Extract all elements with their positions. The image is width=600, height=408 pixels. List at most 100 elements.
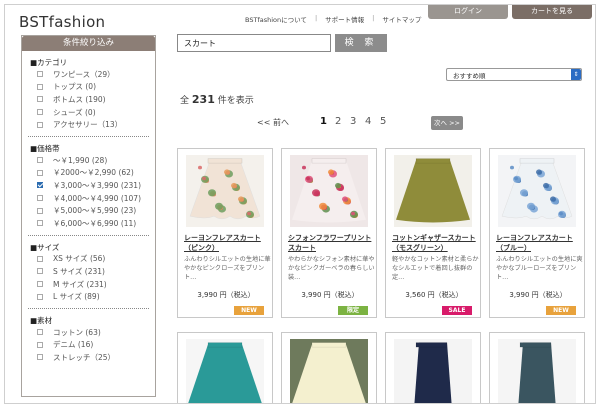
product-card[interactable] xyxy=(489,332,585,403)
filter-group: ■価格帯 ～￥1,990 (28) ￥2000～￥2,990 (62) ￥3,000～… xyxy=(22,143,155,230)
product-description: 軽やかなコットン素材と柔らかなシルエットで着回し抜群の定… xyxy=(392,256,479,281)
filter-option[interactable]: ボトムス (190) xyxy=(30,93,155,106)
product-title[interactable]: レーヨンフレアスカート（ブルー） xyxy=(496,233,584,253)
filter-group-title: ■素材 xyxy=(30,315,53,325)
product-badge: NEW xyxy=(234,306,264,315)
filter-option[interactable]: シューズ (0) xyxy=(30,106,155,119)
filter-option[interactable]: デニム (16) xyxy=(30,339,155,352)
product-image[interactable] xyxy=(290,339,368,403)
filter-option-label: コットン (63) xyxy=(53,327,101,337)
product-image[interactable] xyxy=(290,155,368,227)
sort-select[interactable]: おすすめ順 ⇕ xyxy=(446,68,582,81)
dotted-divider xyxy=(28,135,149,137)
product-title[interactable]: レーヨンフレアスカート（ピンク） xyxy=(184,233,272,253)
product-badge: 限定 xyxy=(338,306,368,315)
filter-option[interactable]: アクセサリー（13） xyxy=(30,118,155,131)
page-number-4[interactable]: 4 xyxy=(365,116,371,127)
product-card[interactable] xyxy=(385,332,481,403)
filter-checkbox[interactable] xyxy=(37,121,43,128)
product-title[interactable]: コットンギャザースカート（モスグリーン） xyxy=(392,233,480,253)
page-number-5[interactable]: 5 xyxy=(380,116,386,127)
filter-option-label: ボトムス (190) xyxy=(53,94,106,104)
filter-option-label: ￥5,000～￥5,990 (23) xyxy=(53,206,137,216)
filter-checkbox[interactable] xyxy=(37,220,43,227)
filter-sidebar: 条件絞り込み ■カテゴリ ワンピース（29） トップス (0) ボトムス (190) シ… xyxy=(21,35,156,397)
dotted-divider xyxy=(28,234,149,236)
product-image[interactable] xyxy=(394,155,472,227)
page-number-1[interactable]: 1 xyxy=(320,116,327,127)
filter-checkbox[interactable] xyxy=(37,157,43,164)
filter-option[interactable]: ￥4,000～￥4,990 (107) xyxy=(30,192,155,205)
filter-checkbox[interactable] xyxy=(37,268,43,275)
page-number-3[interactable]: 3 xyxy=(350,116,356,127)
chevron-down-icon: ⇕ xyxy=(571,69,581,80)
product-card[interactable] xyxy=(177,332,273,403)
product-card[interactable]: コットンギャザースカート（モスグリーン） 軽やかなコットン素材と柔らかなシルエット… xyxy=(385,148,481,318)
product-card[interactable]: シフォンフラワープリントスカート やわらかなシフォン素材に華やかなピンクガーベラの… xyxy=(281,148,377,318)
filter-checkbox[interactable] xyxy=(37,281,43,288)
filter-option[interactable]: XS サイズ (56) xyxy=(30,253,155,266)
filter-option-label: L サイズ (89) xyxy=(53,292,100,302)
result-number: 231 xyxy=(191,93,215,106)
product-card[interactable] xyxy=(281,332,377,403)
filter-checkbox[interactable] xyxy=(37,195,43,202)
view-cart-button[interactable]: カートを見る xyxy=(512,5,592,19)
filter-group-title: ■サイズ xyxy=(30,242,60,252)
filter-checkbox[interactable] xyxy=(37,293,43,300)
filter-checkbox[interactable] xyxy=(37,109,43,116)
result-count: 全 231 件を表示 xyxy=(180,93,254,106)
page-number-2[interactable]: 2 xyxy=(335,116,341,127)
filter-checkbox[interactable] xyxy=(37,207,43,214)
filter-option[interactable]: ￥6,000～￥6,990 (11) xyxy=(30,217,155,230)
filter-option-label: アクセサリー（13） xyxy=(53,120,123,130)
filter-checkbox[interactable] xyxy=(37,255,43,262)
product-title[interactable]: シフォンフラワープリントスカート xyxy=(288,233,376,253)
filter-option[interactable]: ワンピース（29） xyxy=(30,68,155,81)
filter-option[interactable]: S サイズ (231) xyxy=(30,265,155,278)
product-card[interactable]: レーヨンフレアスカート（ピンク） ふんわりシルエットの生地に華やかなピンクローズを… xyxy=(177,148,273,318)
filter-option-label: S サイズ (231) xyxy=(53,266,105,276)
filter-option[interactable]: L サイズ (89) xyxy=(30,290,155,303)
filter-checkbox[interactable] xyxy=(37,329,43,336)
page-frame: BSTfashion BSTfashionについて | サポート情報 | サイト… xyxy=(4,4,596,404)
filter-checkbox[interactable] xyxy=(37,341,43,348)
filter-checkbox[interactable] xyxy=(37,182,43,189)
filter-checkbox[interactable] xyxy=(37,169,43,176)
filter-option[interactable]: トップス (0) xyxy=(30,81,155,94)
search-input[interactable]: スカート xyxy=(177,34,331,52)
filter-group-title: ■カテゴリ xyxy=(30,58,68,67)
filter-group: ■カテゴリワンピース（29） トップス (0) ボトムス (190) シューズ (0)… xyxy=(22,57,155,131)
product-price: 3,990 円（税込） xyxy=(509,291,567,299)
filter-option[interactable]: ￥2000～￥2,990 (62) xyxy=(30,167,155,180)
filter-checkbox[interactable] xyxy=(37,83,43,90)
filter-checkbox[interactable] xyxy=(37,354,43,361)
filter-option[interactable]: ストレッチ（25） xyxy=(30,351,155,364)
filter-checkbox[interactable] xyxy=(37,96,43,103)
header-links: BSTfashionについて | サポート情報 | サイトマップ xyxy=(245,14,421,24)
filter-checkbox[interactable] xyxy=(37,71,43,78)
pagination-prev[interactable]: << 前へ xyxy=(257,117,289,128)
product-image[interactable] xyxy=(186,155,264,227)
search-button[interactable]: 検 索 xyxy=(335,34,387,52)
product-image[interactable] xyxy=(186,339,264,403)
product-image[interactable] xyxy=(498,155,576,227)
pagination-next-button[interactable]: 次へ >> xyxy=(431,116,463,130)
filter-option[interactable]: ～￥1,990 (28) xyxy=(30,154,155,167)
filter-option[interactable]: コットン (63) xyxy=(30,326,155,339)
product-badge: NEW xyxy=(546,306,576,315)
product-price: 3,990 円（税込） xyxy=(301,291,359,299)
filter-option[interactable]: M サイズ (231) xyxy=(30,278,155,291)
filter-option[interactable]: ￥5,000～￥5,990 (23) xyxy=(30,204,155,217)
login-button[interactable]: ログイン xyxy=(428,5,508,19)
header-link-about[interactable]: BSTfashionについて xyxy=(245,14,307,24)
product-image[interactable] xyxy=(498,339,576,403)
product-card[interactable]: レーヨンフレアスカート（ブルー） ふんわりシルエットの生地に爽やかなブルーローズを… xyxy=(489,148,585,318)
filter-option-label: ワンピース（29） xyxy=(53,69,115,79)
filter-option[interactable]: ￥3,000～￥3,990 (231) xyxy=(30,179,155,192)
header-link-sitemap[interactable]: サイトマップ xyxy=(382,14,421,24)
product-image[interactable] xyxy=(394,339,472,403)
header-link-support[interactable]: サポート情報 xyxy=(325,14,364,24)
filter-option-label: ￥2000～￥2,990 (62) xyxy=(53,168,134,178)
site-logo[interactable]: BSTfashion xyxy=(19,13,105,31)
filter-group: ■サイズ XS サイズ (56) S サイズ (231) M サイズ (231) L サ… xyxy=(22,242,155,303)
